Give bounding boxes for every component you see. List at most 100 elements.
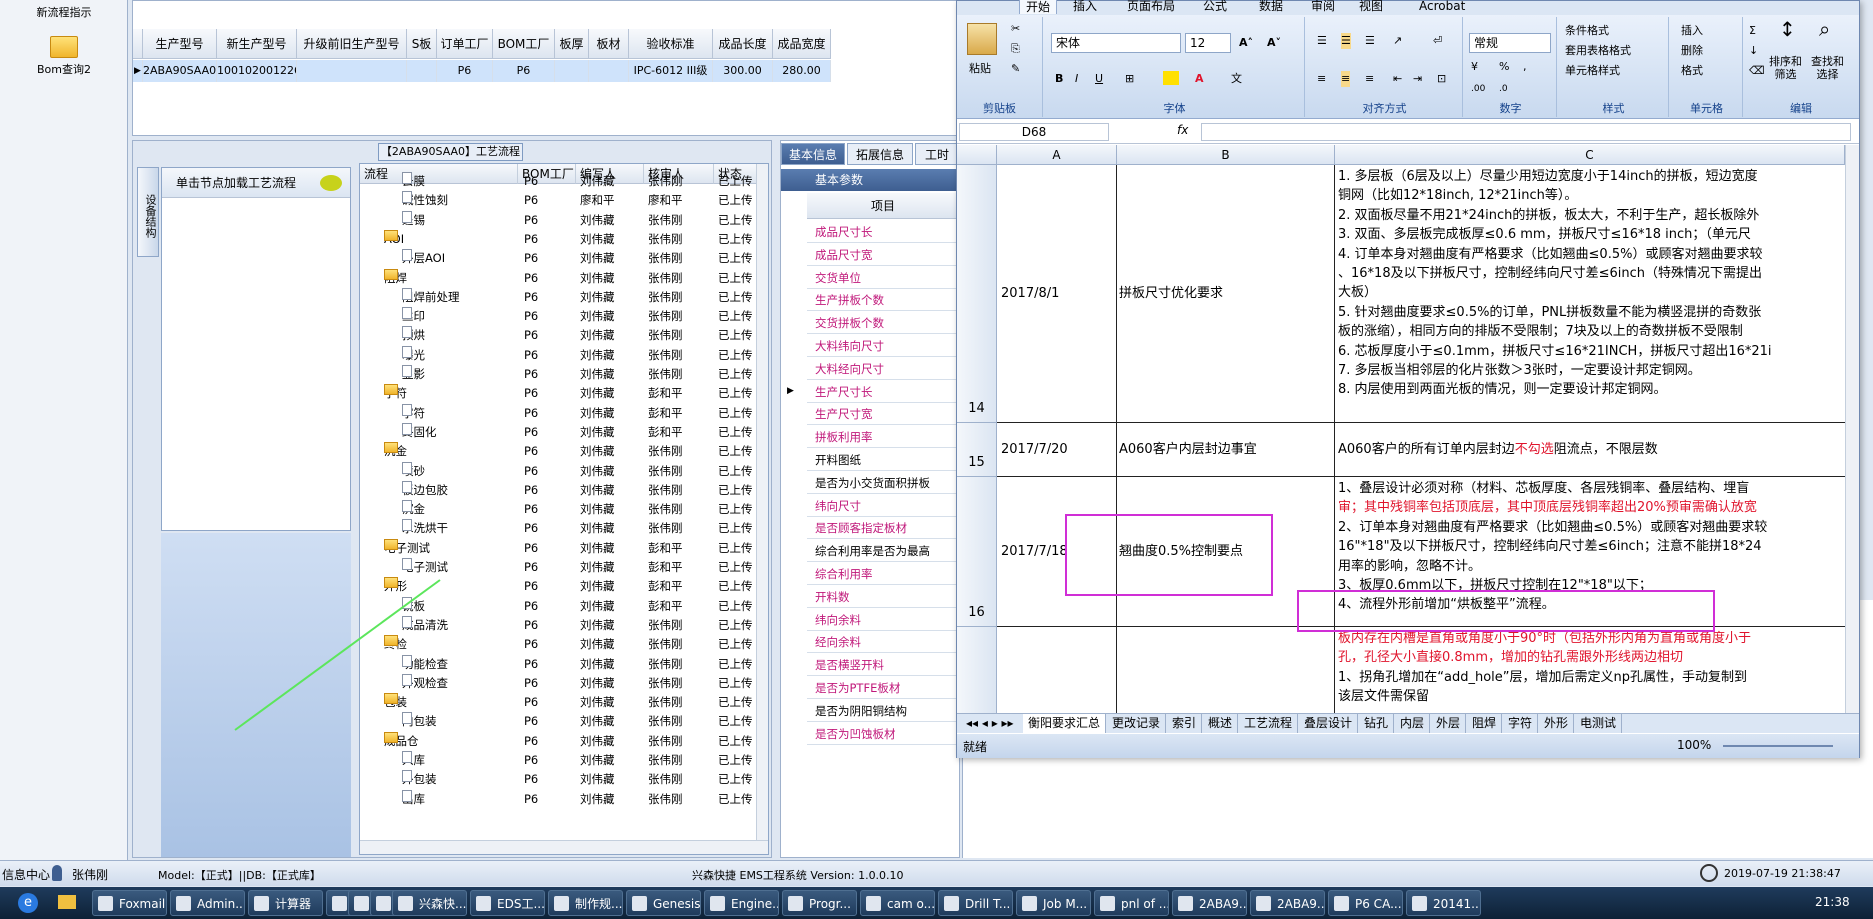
- taskbar-item[interactable]: cam o...: [860, 890, 935, 916]
- grid-header[interactable]: 成品宽度: [773, 29, 831, 59]
- cut-icon[interactable]: ✂: [1011, 21, 1020, 37]
- align-left-icon[interactable]: ≡: [1317, 71, 1326, 87]
- comma-icon[interactable]: ,: [1523, 59, 1527, 75]
- tree-row[interactable]: 字符 P6 刘伟藏 彭和平 已上传: [360, 403, 760, 423]
- cell-date[interactable]: [997, 627, 1117, 713]
- tree-row[interactable]: 板边包胶 P6 刘伟藏 张伟刚 已上传: [360, 480, 760, 500]
- tree-node[interactable]: 显影: [402, 365, 425, 384]
- tab-basic-info[interactable]: 基本信息: [781, 143, 845, 165]
- format-painter-icon[interactable]: ✎: [1011, 61, 1020, 77]
- taskbar-item[interactable]: 2ABA9...: [1250, 890, 1325, 916]
- tree-row[interactable]: −沉金 P6 刘伟藏 张伟刚 已上传: [360, 442, 760, 461]
- tree-node[interactable]: 丝印: [402, 307, 425, 326]
- taskbar-item[interactable]: Progr...: [782, 890, 857, 916]
- param-row[interactable]: 成品尺寸宽: [807, 243, 959, 266]
- param-row[interactable]: 开料数: [807, 585, 959, 608]
- sort-filter-button[interactable]: 排序和 筛选: [1769, 55, 1802, 81]
- row-header[interactable]: 14: [957, 165, 997, 423]
- ribbon-tab[interactable]: 公式: [1203, 0, 1227, 14]
- number-format-combo[interactable]: 常规: [1469, 33, 1551, 53]
- nav-new-process[interactable]: 新流程指示: [0, 4, 128, 20]
- tree-node[interactable]: 阻焊前处理: [402, 287, 460, 307]
- param-row[interactable]: 纬向余料: [807, 608, 959, 631]
- param-row[interactable]: 拼板利用率: [807, 426, 959, 449]
- insert-cells-button[interactable]: 插入: [1681, 23, 1703, 39]
- fill-color-icon[interactable]: [1163, 71, 1179, 85]
- grid-header[interactable]: 升级前旧生产型号: [297, 29, 407, 59]
- tree-node[interactable]: 喷砂: [402, 461, 425, 481]
- ribbon-tab[interactable]: 视图: [1359, 0, 1383, 14]
- sheet-tab[interactable]: 字符: [1503, 714, 1539, 733]
- shrink-font-icon[interactable]: A˅: [1267, 35, 1281, 51]
- tree-node[interactable]: 外包装: [402, 770, 437, 789]
- grid-cell[interactable]: P6: [437, 60, 493, 82]
- param-row[interactable]: 是否为PTFE板材: [807, 677, 959, 699]
- cell-content[interactable]: A060客户的所有订单内层封边不勾选阻流点，不限层数: [1335, 423, 1845, 477]
- format-cells-button[interactable]: 格式: [1681, 63, 1703, 79]
- tree-row[interactable]: −电子测试 P6 刘伟藏 彭和平 已上传: [360, 538, 760, 558]
- cell-content[interactable]: 板内存在内槽是直角或角度小于90°时（包括外形内角为直角或角度小于 孔，孔径大小直…: [1335, 627, 1845, 713]
- fx-icon[interactable]: fx: [1177, 123, 1188, 137]
- sheet-tab[interactable]: 钻孔: [1359, 714, 1395, 733]
- decrease-decimal-icon[interactable]: .0: [1499, 81, 1508, 97]
- taskbar-item[interactable]: Foxmail: [92, 890, 167, 916]
- tree-node[interactable]: −字符: [384, 384, 407, 403]
- autosum-icon[interactable]: Σ: [1749, 23, 1756, 39]
- paste-button[interactable]: 粘贴: [969, 61, 991, 77]
- tree-node[interactable]: 碱性蚀刻: [402, 191, 448, 210]
- tree-row[interactable]: −AOI P6 刘伟藏 张伟刚 已上传: [360, 229, 760, 249]
- tree-vertical-scrollbar[interactable]: [756, 164, 768, 840]
- row-header[interactable]: 16: [957, 477, 997, 627]
- taskbar-item[interactable]: Job M...: [1016, 890, 1091, 916]
- grid-cell[interactable]: [555, 60, 589, 82]
- bold-icon[interactable]: B: [1055, 71, 1063, 87]
- tree-row[interactable]: −阻焊 P6 刘伟藏 张伟刚 已上传: [360, 268, 760, 288]
- taskbar-item[interactable]: 20141...: [1406, 890, 1481, 916]
- tree-row[interactable]: −字符 P6 刘伟藏 彭和平 已上传: [360, 384, 760, 403]
- tree-row[interactable]: 退锡 P6 刘伟藏 张伟刚 已上传: [360, 210, 760, 230]
- grid-cell[interactable]: 300.00: [713, 60, 773, 82]
- grid-cell[interactable]: 2ABA90SAA0: [143, 60, 217, 82]
- grid-cell[interactable]: P6: [493, 60, 555, 82]
- grid-cell[interactable]: [589, 60, 629, 82]
- grid-header[interactable]: 新生产型号: [217, 29, 297, 59]
- taskbar-item[interactable]: pnl of ...: [1094, 890, 1169, 916]
- grid-header[interactable]: 订单工厂: [437, 29, 493, 59]
- merge-icon[interactable]: ⊡: [1437, 71, 1446, 87]
- align-center-icon[interactable]: ≡: [1341, 71, 1351, 87]
- cell-content[interactable]: 1. 多层板（6层及以上）尽量少用短边宽度小于14inch的拼板，短边宽度 铜网（…: [1335, 165, 1845, 423]
- ribbon-tab[interactable]: Acrobat: [1419, 0, 1465, 14]
- ie-icon[interactable]: e: [18, 893, 38, 913]
- param-row[interactable]: 经向余料: [807, 631, 959, 654]
- tree-row[interactable]: 水洗烘干 P6 刘伟藏 张伟刚 已上传: [360, 519, 760, 538]
- ribbon-tab[interactable]: 页面布局: [1127, 0, 1175, 14]
- nav-bom-query[interactable]: Bom查询2: [0, 36, 128, 77]
- italic-icon[interactable]: I: [1075, 71, 1078, 87]
- ribbon-tab[interactable]: 开始: [1019, 0, 1058, 14]
- formula-input[interactable]: [1201, 123, 1851, 141]
- tree-row[interactable]: 曝光 P6 刘伟藏 张伟刚 已上传: [360, 345, 760, 365]
- vtab-equipment[interactable]: 设备结构: [137, 167, 159, 257]
- grow-font-icon[interactable]: A˄: [1239, 35, 1253, 51]
- tree-node[interactable]: 字符: [402, 403, 425, 423]
- wrap-text-icon[interactable]: ⏎: [1433, 33, 1442, 49]
- param-row[interactable]: 大料经向尺寸: [807, 357, 959, 380]
- sheet-tab[interactable]: 更改记录: [1107, 714, 1167, 733]
- row-header[interactable]: 15: [957, 423, 997, 477]
- taskbar-item[interactable]: 制作规...: [548, 890, 623, 916]
- tree-row[interactable]: 预烘 P6 刘伟藏 张伟刚 已上传: [360, 326, 760, 345]
- clear-icon[interactable]: ⌫: [1749, 63, 1765, 79]
- indent-increase-icon[interactable]: ⇥: [1413, 71, 1422, 87]
- align-middle-icon[interactable]: ☰: [1341, 33, 1351, 49]
- tree-row[interactable]: 阻焊前处理 P6 刘伟藏 张伟刚 已上传: [360, 287, 760, 307]
- sheet-tab[interactable]: 衡阳要求汇总: [1023, 714, 1107, 733]
- sheet-tab[interactable]: 电测试: [1575, 714, 1623, 733]
- grid-header[interactable]: 板材: [589, 29, 629, 59]
- param-row[interactable]: 综合利用率: [807, 563, 959, 585]
- cell-title[interactable]: 拼板尺寸优化要求: [1117, 165, 1335, 423]
- tree-node[interactable]: 入库: [402, 751, 425, 770]
- conditional-format-button[interactable]: 条件格式: [1565, 23, 1609, 39]
- ribbon-tab[interactable]: 数据: [1259, 0, 1283, 14]
- select-all-corner[interactable]: [957, 145, 997, 165]
- tree-row[interactable]: 沉金 P6 刘伟藏 张伟刚 已上传: [360, 500, 760, 519]
